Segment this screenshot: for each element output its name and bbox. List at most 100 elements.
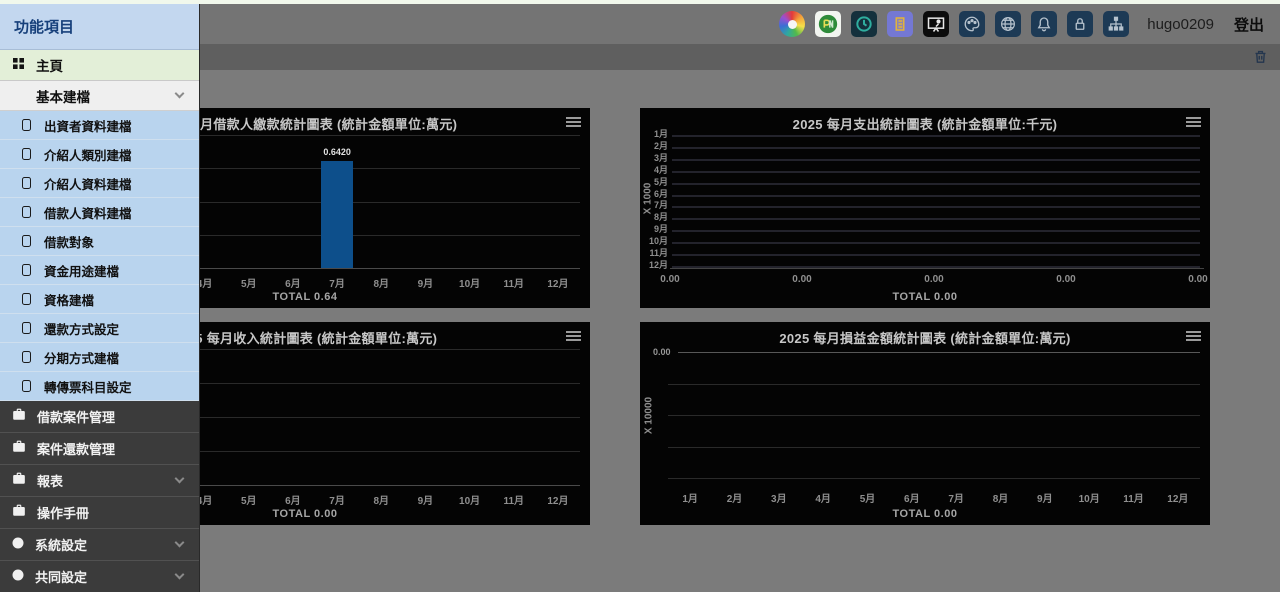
x-tick-label: 0.00 — [648, 274, 692, 285]
sidebar-subitem[interactable]: 資格建檔 — [0, 285, 199, 314]
x-tick-label: 6月 — [892, 490, 932, 505]
sidebar-item-settings[interactable]: 共同設定 — [0, 561, 199, 592]
chart-total-label: TOTAL 0.00 — [640, 291, 1210, 303]
sidebar-subitem[interactable]: 分期方式建檔 — [0, 343, 199, 372]
globe-icon[interactable] — [995, 11, 1021, 37]
gridline — [668, 384, 1200, 385]
briefcase-icon — [12, 408, 26, 426]
gridline — [678, 352, 1200, 353]
tablet-icon — [22, 206, 31, 218]
row-line — [672, 218, 1200, 220]
clock-icon[interactable] — [851, 11, 877, 37]
row-line — [672, 195, 1200, 197]
chart-menu-icon[interactable] — [566, 117, 581, 129]
sidebar-subitem[interactable]: 轉傳票科目設定 — [0, 372, 199, 401]
sidebar-subitem-label: 介紹人資料建檔 — [44, 174, 132, 193]
sidebar-item-label: 系統設定 — [35, 535, 87, 554]
row-line — [672, 254, 1200, 256]
palette-icon[interactable] — [959, 11, 985, 37]
x-tick-label: 12月 — [538, 275, 578, 290]
x-tick-label: 9月 — [1025, 490, 1065, 505]
sidebar-subitem[interactable]: 還款方式設定 — [0, 314, 199, 343]
sidebar-item-label: 案件還款管理 — [37, 439, 115, 458]
x-tick-label: 8月 — [981, 490, 1021, 505]
x-tick-label: 7月 — [317, 275, 357, 290]
x-tick-label: 6月 — [273, 492, 313, 507]
sidebar-subitem-label: 還款方式設定 — [44, 319, 119, 338]
sidebar-submenu: 出資者資料建檔介紹人類別建檔介紹人資料建檔借款人資料建檔借款對象資金用途建檔資格… — [0, 111, 199, 401]
tablet-icon — [22, 148, 31, 160]
sidebar-subitem-label: 資金用途建檔 — [44, 261, 119, 280]
circle-icon — [12, 568, 24, 586]
circle-icon — [12, 536, 24, 554]
x-tick-label: 12月 — [1158, 490, 1198, 505]
x-tick-label: 5月 — [848, 490, 888, 505]
tablet-icon — [22, 177, 31, 189]
x-tick-label: 4月 — [803, 490, 843, 505]
sidebar-item-manage[interactable]: 操作手冊 — [0, 497, 199, 529]
sidebar-item-label: 借款案件管理 — [37, 407, 115, 426]
tablet-icon — [22, 119, 31, 131]
sidebar-subitem[interactable]: 借款人資料建檔 — [0, 198, 199, 227]
sidebar-subitem[interactable]: 介紹人類別建檔 — [0, 140, 199, 169]
bell-icon[interactable] — [1031, 11, 1057, 37]
x-tick-label: 0.00 — [1176, 274, 1220, 285]
chart-total-label: TOTAL 0.00 — [640, 508, 1210, 520]
tablet-icon — [22, 293, 31, 305]
briefcase-icon — [12, 504, 26, 522]
sidebar-subitem[interactable]: 出資者資料建檔 — [0, 111, 199, 140]
sidebar-subitem-label: 分期方式建檔 — [44, 348, 119, 367]
x-tick-label: 9月 — [405, 492, 445, 507]
sidebar-item-manage[interactable]: 借款案件管理 — [0, 401, 199, 433]
chart-panel-monthly-expenses: 2025 每月支出統計圖表 (統計金額單位:千元) 1月2月3月4月5月6月7月… — [640, 108, 1210, 308]
x-tick-label: 11月 — [494, 275, 534, 290]
sidebar-group-basic-setup[interactable]: 基本建檔 — [0, 81, 199, 111]
row-line — [672, 159, 1200, 161]
briefcase-icon — [12, 440, 26, 458]
sidebar-subitem-label: 轉傳票科目設定 — [44, 377, 132, 396]
sidebar-item-settings[interactable]: 系統設定 — [0, 529, 199, 561]
sidebar-subitem[interactable]: 介紹人資料建檔 — [0, 169, 199, 198]
chart-menu-icon[interactable] — [566, 331, 581, 343]
y-axis-unit-label: X 1000 — [643, 179, 654, 219]
sidebar-subitem[interactable]: 借款對象 — [0, 227, 199, 256]
zero-tick-label: 0.00 — [653, 347, 671, 357]
tablet-icon — [22, 235, 31, 247]
coin-icon[interactable] — [815, 11, 841, 37]
gridline — [668, 415, 1200, 416]
sidebar-item-manage[interactable]: 報表 — [0, 465, 199, 497]
trash-icon[interactable] — [1253, 49, 1268, 69]
sidebar-subitem[interactable]: 資金用途建檔 — [0, 256, 199, 285]
chart-menu-icon[interactable] — [1186, 331, 1201, 343]
x-tick-label: 0.00 — [780, 274, 824, 285]
chart-menu-icon[interactable] — [1186, 117, 1201, 129]
tablet-icon — [22, 380, 31, 392]
home-grid-icon — [13, 56, 24, 74]
row-line — [672, 230, 1200, 232]
presentation-icon[interactable] — [923, 11, 949, 37]
app-logo-icon[interactable] — [779, 11, 805, 37]
sitemap-icon[interactable] — [1103, 11, 1129, 37]
tablet-icon — [22, 264, 31, 276]
x-tick-label: 10月 — [450, 492, 490, 507]
scroll-icon[interactable] — [887, 11, 913, 37]
gridline — [668, 478, 1200, 479]
x-tick-label: 5月 — [229, 275, 269, 290]
row-line — [672, 135, 1200, 137]
logout-button[interactable]: 登出 — [1234, 14, 1264, 35]
sidebar-item-home[interactable]: 主頁 — [0, 50, 199, 81]
lock-icon[interactable] — [1067, 11, 1093, 37]
x-tick-label: 10月 — [1069, 490, 1109, 505]
x-tick-label: 7月 — [317, 492, 357, 507]
briefcase-icon — [12, 472, 26, 490]
sidebar-item-label: 報表 — [37, 471, 63, 490]
x-tick-label: 1月 — [670, 490, 710, 505]
x-tick-label: 11月 — [494, 492, 534, 507]
chevron-down-icon — [175, 537, 185, 547]
bar — [321, 161, 353, 268]
tablet-icon — [22, 322, 31, 334]
x-tick-label: 10月 — [450, 275, 490, 290]
sidebar-item-manage[interactable]: 案件還款管理 — [0, 433, 199, 465]
sidebar-subitem-label: 出資者資料建檔 — [44, 116, 132, 135]
axis-line — [670, 268, 1204, 269]
